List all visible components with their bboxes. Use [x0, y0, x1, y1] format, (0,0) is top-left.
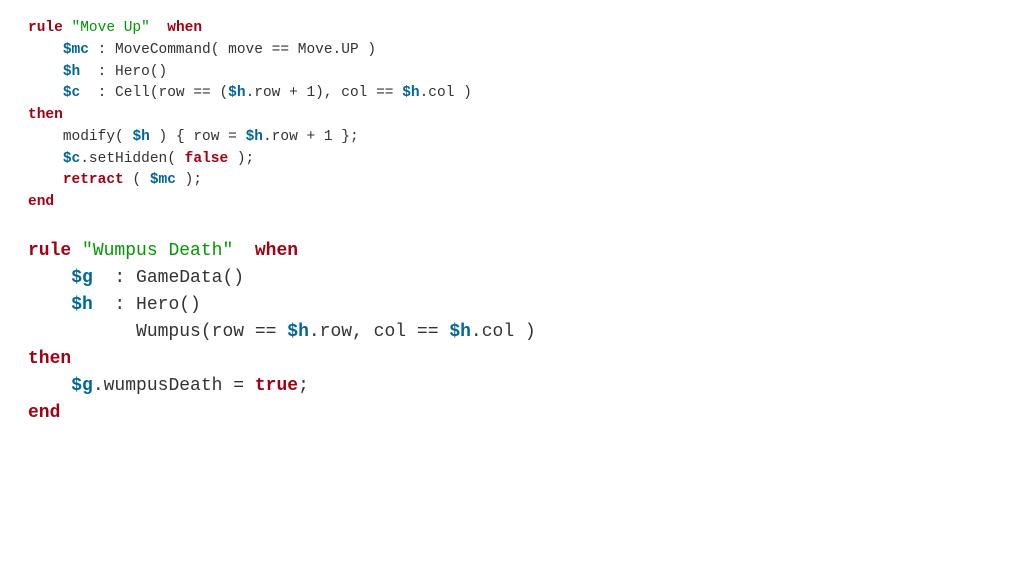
code-text: .row + 1), col == — [246, 85, 403, 101]
var-h: $h — [402, 85, 419, 101]
keyword-end: end — [28, 194, 54, 210]
code-text: .wumpusDeath = — [93, 376, 255, 396]
code-text: .setHidden( — [80, 151, 184, 167]
var-h: $h — [132, 129, 149, 145]
string-rule-name: "Move Up" — [72, 20, 150, 36]
code-text: : Cell(row == ( — [80, 85, 228, 101]
literal-true: true — [255, 376, 298, 396]
code-text: ); — [228, 151, 254, 167]
code-text: : Hero() — [80, 64, 167, 80]
string-rule-name: "Wumpus Death" — [82, 241, 233, 261]
code-text: ); — [176, 172, 202, 188]
var-g: $g — [71, 376, 93, 396]
var-g: $g — [71, 268, 93, 288]
code-text: : MoveCommand( move == Move.UP ) — [89, 42, 376, 58]
var-c: $c — [63, 85, 80, 101]
code-text: ) { row = — [150, 129, 246, 145]
code-text: modify( — [63, 129, 133, 145]
code-block-move-up: rule "Move Up" when $mc : MoveCommand( m… — [28, 18, 998, 214]
var-h: $h — [287, 322, 309, 342]
var-h: $h — [228, 85, 245, 101]
var-h: $h — [449, 322, 471, 342]
code-text: .col ) — [420, 85, 472, 101]
keyword-when: when — [255, 241, 298, 261]
keyword-when: when — [167, 20, 202, 36]
code-text: Wumpus(row == — [136, 322, 287, 342]
code-text: : GameData() — [93, 268, 244, 288]
code-text: .row, col == — [309, 322, 449, 342]
var-h: $h — [246, 129, 263, 145]
var-mc: $mc — [63, 42, 89, 58]
code-text: ( — [124, 172, 150, 188]
var-h: $h — [63, 64, 80, 80]
code-block-wumpus-death: rule "Wumpus Death" when $g : GameData()… — [28, 238, 998, 427]
code-text: : Hero() — [93, 295, 201, 315]
var-c: $c — [63, 151, 80, 167]
var-h: $h — [71, 295, 93, 315]
code-text: ; — [298, 376, 309, 396]
var-mc: $mc — [150, 172, 176, 188]
code-text: .row + 1 }; — [263, 129, 359, 145]
keyword-then: then — [28, 349, 71, 369]
keyword-rule: rule — [28, 20, 63, 36]
keyword-end: end — [28, 403, 60, 423]
literal-false: false — [185, 151, 229, 167]
keyword-then: then — [28, 107, 63, 123]
code-text: .col ) — [471, 322, 536, 342]
keyword-rule: rule — [28, 241, 71, 261]
keyword-retract: retract — [63, 172, 124, 188]
